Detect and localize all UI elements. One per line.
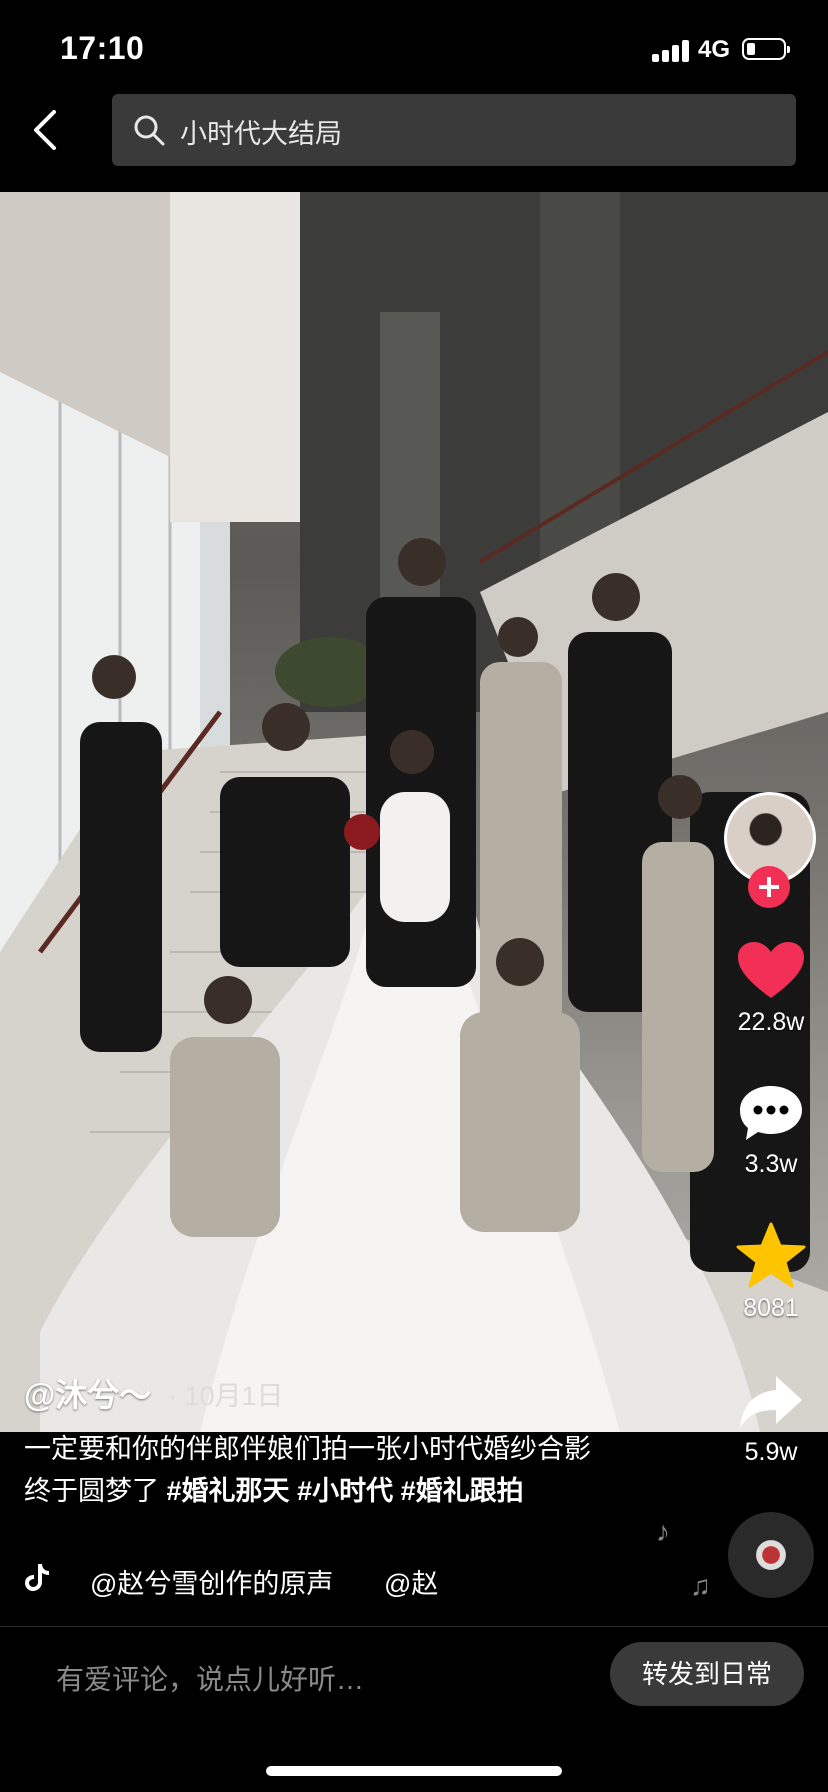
post-caption: 一定要和你的伴郎伴娘们拍一张小时代婚纱合影 终于圆梦了 #婚礼那天 #小时代 #… [24, 1428, 604, 1512]
tiktok-logo-icon [25, 1564, 49, 1591]
comment-button[interactable]: 3.3w [716, 1082, 826, 1179]
favorite-count: 8081 [743, 1294, 799, 1322]
star-icon [736, 1222, 806, 1288]
comment-count: 3.3w [744, 1150, 798, 1178]
search-icon [134, 115, 165, 146]
hashtag[interactable]: #婚礼那天 [167, 1476, 290, 1506]
hashtag[interactable]: #婚礼跟拍 [401, 1476, 524, 1506]
hashtag[interactable]: #小时代 [297, 1476, 393, 1506]
chevron-left-icon [34, 110, 56, 150]
music-title: @赵兮雪创作的原声 [90, 1569, 334, 1599]
home-indicator [266, 1766, 562, 1776]
post-date: · 10月1日 [168, 1381, 284, 1411]
music-disc[interactable] [728, 1512, 814, 1598]
comment-icon [740, 1086, 802, 1140]
battery-icon [742, 38, 790, 60]
author-name[interactable]: @沐兮～ [24, 1370, 151, 1416]
like-count: 22.8w [737, 1008, 805, 1036]
status-bar: 17:10 4G [0, 0, 828, 96]
signal-icon [652, 38, 692, 62]
divider [0, 1626, 828, 1627]
comment-input[interactable]: 有爱评论，说点儿好听… [56, 1658, 576, 1698]
share-to-daily-button[interactable]: 转发到日常 [610, 1642, 804, 1706]
status-time: 17:10 [60, 30, 145, 66]
favorite-button[interactable]: 8081 [716, 1222, 826, 1323]
share-arrow-icon [740, 1376, 802, 1428]
network-type: 4G [698, 36, 731, 63]
wedding-photo[interactable] [0, 192, 828, 1432]
like-button[interactable]: 22.8w [716, 940, 826, 1037]
back-button[interactable] [24, 100, 68, 160]
heart-icon [738, 942, 804, 998]
music-note-icon: ♪ [656, 1516, 670, 1547]
share-button[interactable]: 5.9w [716, 1372, 826, 1467]
music-note-icon: ♫ [690, 1570, 711, 1601]
follow-button[interactable] [748, 866, 790, 908]
music-title-scroll: @赵 [384, 1569, 439, 1599]
search-input[interactable]: 小时代大结局 [112, 94, 796, 166]
share-count: 5.9w [744, 1438, 798, 1466]
search-query: 小时代大结局 [180, 119, 342, 149]
